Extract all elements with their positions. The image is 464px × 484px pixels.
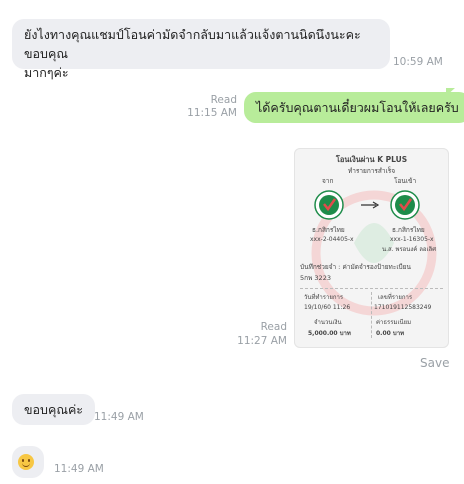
kbank-logo-icon bbox=[390, 190, 420, 220]
memo-value: 5กพ 3223 bbox=[300, 274, 331, 282]
receipt-title: โอนเงินผ่าน K PLUS bbox=[335, 155, 408, 164]
arrow-right-icon bbox=[361, 201, 380, 209]
message-time: 11:49 AM bbox=[94, 411, 144, 423]
date-value: 19/10/60 11:26 bbox=[304, 304, 351, 311]
save-link[interactable]: Save bbox=[420, 356, 449, 370]
to-bank: ธ.กสิกรไทย bbox=[392, 226, 425, 234]
fee-value: 0.00 บาท bbox=[376, 330, 405, 337]
to-account: xxx-1-16305-x bbox=[390, 236, 434, 243]
amount-value: 5,000.00 บาท bbox=[308, 330, 351, 337]
date-label: วันที่ทำรายการ bbox=[304, 294, 344, 301]
message-time: 11:15 AM bbox=[187, 107, 237, 119]
message-bubble-incoming[interactable]: 😊 bbox=[12, 446, 44, 478]
message-text: ยังไงทางคุณแชมป์โอนค่ามัดจำกลับมาแล้วแจ้… bbox=[24, 27, 361, 61]
from-bank: ธ.กสิกรไทย bbox=[312, 226, 345, 234]
amount-label: จำนวนเงิน bbox=[314, 319, 342, 326]
fee-label: ค่าธรรมเนียม bbox=[376, 319, 412, 326]
smiley-emoji-icon bbox=[18, 454, 34, 470]
message-time: 11:49 AM bbox=[54, 463, 104, 475]
from-label: จาก bbox=[322, 177, 334, 185]
bubble-tail bbox=[446, 88, 455, 96]
to-name: น.ส. พรอนงค์ ลอเลิศ bbox=[382, 246, 437, 253]
message-text: ขอบคุณค่ะ bbox=[24, 402, 84, 417]
message-time: 11:27 AM bbox=[237, 335, 287, 347]
read-status: Read bbox=[210, 94, 237, 106]
receipt-status: ทำรายการสำเร็จ bbox=[347, 167, 396, 175]
message-bubble-incoming[interactable]: ยังไงทางคุณแชมป์โอนค่ามัดจำกลับมาแล้วแจ้… bbox=[12, 19, 390, 80]
message-bubble-outgoing[interactable]: ได้ครับคุณตานเดี๋ยวผมโอนให้เลยครับ bbox=[244, 92, 464, 123]
transfer-receipt-image[interactable]: โอนเงินผ่าน K PLUS ทำรายการสำเร็จ จาก โอ… bbox=[294, 148, 449, 348]
memo-label: บันทึกช่วยจำ : ค่ามัดจำรองป้ายทะเบียน bbox=[300, 263, 411, 271]
ref-label: เลขที่รายการ bbox=[378, 294, 413, 301]
read-status: Read bbox=[260, 321, 287, 333]
receipt-col-divider bbox=[371, 292, 372, 338]
message-text: ได้ครับคุณตานเดี๋ยวผมโอนให้เลยครับ bbox=[256, 100, 459, 115]
message-bubble-incoming[interactable]: ขอบคุณค่ะ bbox=[12, 394, 96, 425]
receipt-divider bbox=[300, 288, 443, 289]
to-label: โอนเข้า bbox=[394, 177, 417, 185]
from-account: xxx-2-04405-x bbox=[310, 236, 354, 243]
message-text: มากๆค่ะ bbox=[24, 65, 69, 80]
kbank-logo-icon bbox=[314, 190, 344, 220]
ref-value: 171019112583249 bbox=[374, 304, 432, 311]
message-time: 10:59 AM bbox=[393, 56, 443, 68]
